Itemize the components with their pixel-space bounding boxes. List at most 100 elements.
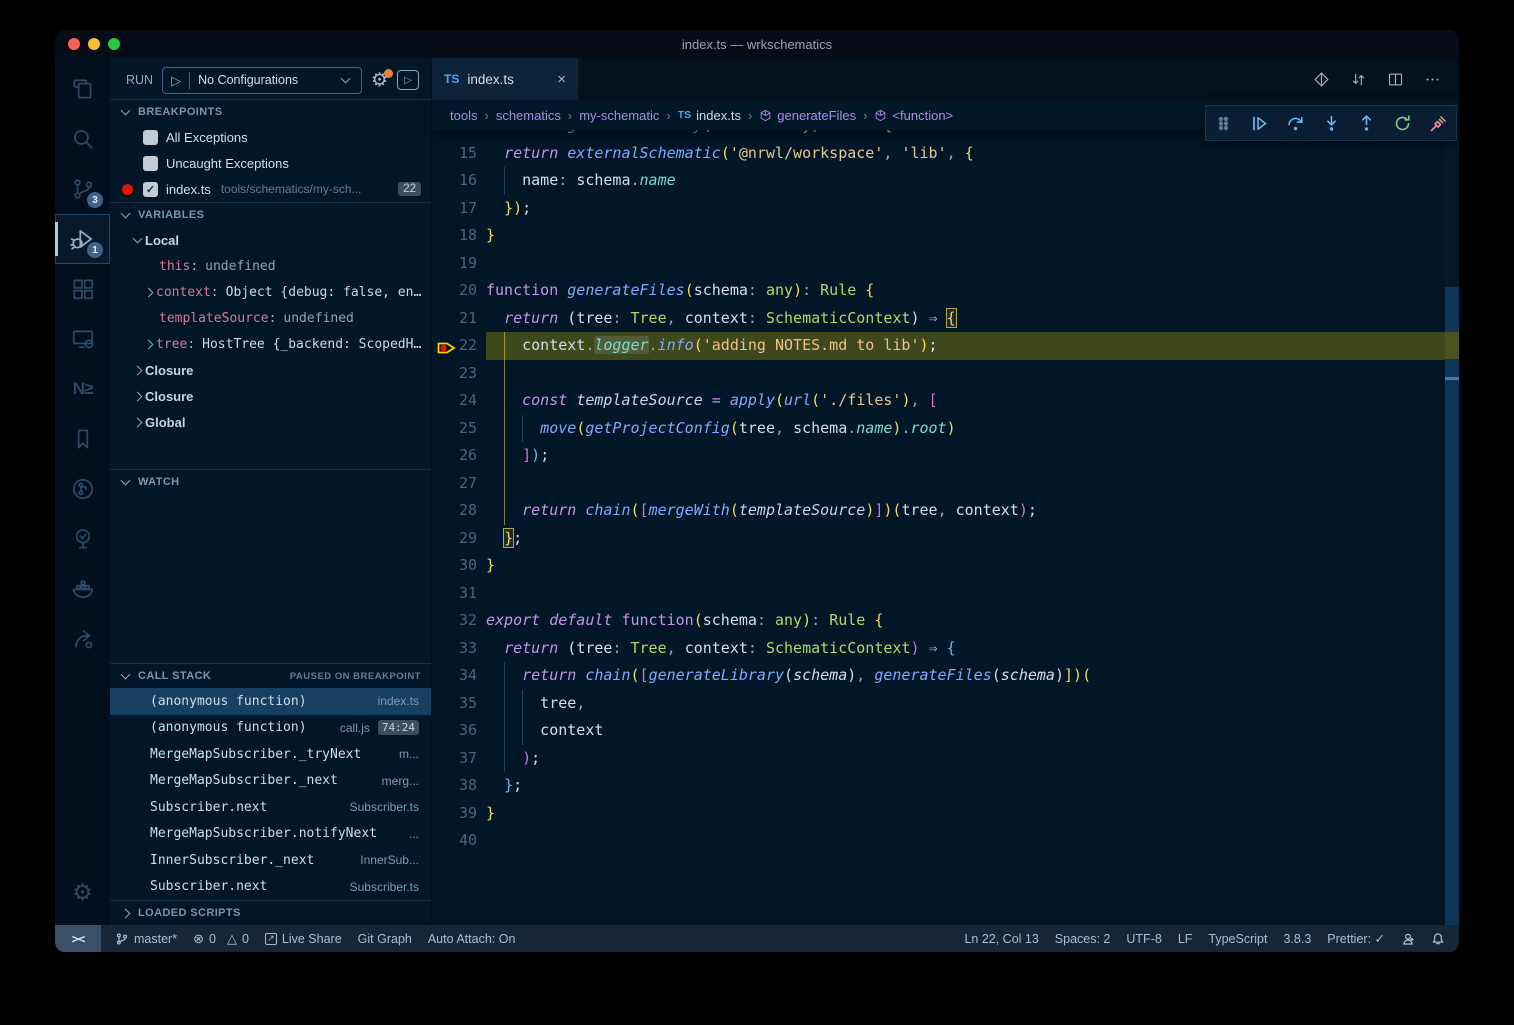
code-line-37[interactable]: 37 );	[432, 745, 1445, 773]
code-line-27[interactable]: 27	[432, 470, 1445, 498]
continue-icon[interactable]	[1242, 115, 1278, 132]
breadcrumb-item-tools[interactable]: tools	[450, 108, 477, 123]
chevron-right-icon[interactable]	[133, 417, 143, 427]
tab-index-ts[interactable]: TS index.ts ×	[432, 58, 578, 100]
variables-section-header[interactable]: VARIABLES	[110, 202, 431, 227]
gutter-line-39[interactable]: 39	[432, 800, 486, 828]
gutter-line-33[interactable]: 33	[432, 635, 486, 663]
activity-item-run-and-debug[interactable]: 1	[55, 214, 110, 264]
activity-item-explorer[interactable]	[55, 64, 110, 114]
gutter-line-27[interactable]: 27	[432, 470, 486, 498]
code-line-18[interactable]: 18}	[432, 222, 1445, 250]
status-item-notifications[interactable]	[1431, 932, 1445, 946]
debug-console-button[interactable]: ▷	[397, 70, 419, 90]
code-line-38[interactable]: 38 };	[432, 772, 1445, 800]
gutter-line-37[interactable]: 37	[432, 745, 486, 773]
activity-item-docker[interactable]	[55, 564, 110, 614]
gutter-line-21[interactable]: 21	[432, 305, 486, 333]
activity-item-extensions[interactable]	[55, 264, 110, 314]
code-content[interactable]	[486, 580, 1445, 608]
breakpoints-section-header[interactable]: BREAKPOINTS	[110, 99, 431, 124]
call-stack-frame[interactable]: MergeMapSubscriber.notifyNext...	[110, 821, 431, 848]
split-editor-icon[interactable]	[1387, 71, 1404, 88]
chevron-right-icon[interactable]	[133, 365, 143, 375]
code-content[interactable]	[486, 470, 1445, 498]
close-window-button[interactable]	[68, 38, 80, 50]
code-content[interactable]: function generateFiles(schema: any): Rul…	[486, 277, 1445, 305]
code-line-31[interactable]: 31	[432, 580, 1445, 608]
code-content[interactable]: context.logger.info('adding NOTES.md to …	[486, 332, 1445, 360]
code-content[interactable]: return externalSchematic('@nrwl/workspac…	[486, 140, 1445, 168]
code-content[interactable]: const templateSource = apply(url('./file…	[486, 387, 1445, 415]
variable-row[interactable]: Local	[110, 227, 431, 253]
step-over-icon[interactable]	[1277, 115, 1313, 132]
call-stack-frame[interactable]: (anonymous function)index.ts	[110, 688, 431, 715]
code-line-16[interactable]: 16 name: schema.name	[432, 167, 1445, 195]
call-stack-frame[interactable]: Subscriber.nextSubscriber.ts	[110, 874, 431, 901]
variable-row[interactable]: templateSource:undefined	[110, 305, 431, 331]
code-line-26[interactable]: 26 ]);	[432, 442, 1445, 470]
minimize-window-button[interactable]	[88, 38, 100, 50]
breakpoint-row[interactable]: All Exceptions	[110, 124, 431, 150]
gutter-line-15[interactable]: 15	[432, 140, 486, 168]
code-content[interactable]: name: schema.name	[486, 167, 1445, 195]
activity-item-test-explorer[interactable]	[55, 514, 110, 564]
gutter-line-25[interactable]: 25	[432, 415, 486, 443]
activity-item-source-control[interactable]: 3	[55, 164, 110, 214]
gutter-line-34[interactable]: 34	[432, 662, 486, 690]
code-line-22[interactable]: 22 context.logger.info('adding NOTES.md …	[432, 332, 1445, 360]
code-content[interactable]	[486, 360, 1445, 388]
zoom-window-button[interactable]	[108, 38, 120, 50]
variable-row[interactable]: Global	[110, 409, 431, 435]
gutter-line-26[interactable]: 26	[432, 442, 486, 470]
gutter-line-40[interactable]: 40	[432, 827, 486, 855]
code-content[interactable]: };	[486, 525, 1445, 553]
gutter-line-35[interactable]: 35	[432, 690, 486, 718]
call-stack-frame[interactable]: (anonymous function)call.js74:24	[110, 715, 431, 742]
status-item-ts-version[interactable]: 3.8.3	[1283, 932, 1311, 946]
code-content[interactable]: );	[486, 745, 1445, 773]
activity-item-remote-explorer[interactable]	[55, 314, 110, 364]
status-item-feedback[interactable]	[1401, 932, 1415, 946]
call-stack-section-header[interactable]: CALL STACK PAUSED ON BREAKPOINT	[110, 663, 431, 688]
code-content[interactable]: return chain([mergeWith(templateSource)]…	[486, 497, 1445, 525]
code-line-15[interactable]: 15 return externalSchematic('@nrwl/works…	[432, 140, 1445, 168]
breadcrumb-item-generatefiles[interactable]: generateFiles	[759, 108, 856, 123]
gutter-line-32[interactable]: 32	[432, 607, 486, 635]
activity-item-settings-gear[interactable]: ⚙	[55, 867, 110, 917]
code-line-29[interactable]: 29 };	[432, 525, 1445, 553]
code-line-23[interactable]: 23	[432, 360, 1445, 388]
code-line-40[interactable]: 40	[432, 827, 1445, 855]
code-content[interactable]: });	[486, 195, 1445, 223]
variable-row[interactable]: context:Object {debug: false, en…	[110, 279, 431, 305]
code-line-30[interactable]: 30}	[432, 552, 1445, 580]
code-line-34[interactable]: 34 return chain([generateLibrary(schema)…	[432, 662, 1445, 690]
status-item-git-branch[interactable]: master*	[115, 932, 177, 946]
code-content[interactable]	[486, 250, 1445, 278]
status-item-eol[interactable]: LF	[1178, 932, 1193, 946]
call-stack-frame[interactable]: InnerSubscriber._nextInnerSub...	[110, 847, 431, 874]
prettier-icon[interactable]	[1313, 71, 1330, 88]
breakpoint-row[interactable]: ✓index.tstools/schematics/my-sch...22	[110, 176, 431, 202]
gutter-line-23[interactable]: 23	[432, 360, 486, 388]
code-editor[interactable]: 14function generateLibrary(schema: any):…	[432, 130, 1459, 925]
gutter-line-31[interactable]: 31	[432, 580, 486, 608]
code-content[interactable]: }	[486, 552, 1445, 580]
gutter-line-19[interactable]: 19	[432, 250, 486, 278]
gutter-line-16[interactable]: 16	[432, 167, 486, 195]
chevron-right-icon[interactable]	[144, 287, 154, 297]
breakpoint-checkbox[interactable]	[143, 156, 158, 171]
disconnect-icon[interactable]	[1420, 115, 1456, 132]
code-content[interactable]: return (tree: Tree, context: SchematicCo…	[486, 635, 1445, 663]
status-item-live-share[interactable]: ↗Live Share	[265, 932, 342, 946]
status-item-auto-attach[interactable]: Auto Attach: On	[428, 932, 516, 946]
breakpoint-checkbox[interactable]: ✓	[143, 182, 158, 197]
code-line-20[interactable]: 20function generateFiles(schema: any): R…	[432, 277, 1445, 305]
code-content[interactable]: move(getProjectConfig(tree, schema.name)…	[486, 415, 1445, 443]
editor-scrollbar[interactable]	[1445, 130, 1459, 925]
code-line-39[interactable]: 39}	[432, 800, 1445, 828]
breadcrumb-item-index-ts[interactable]: TSindex.ts	[678, 108, 741, 123]
variable-row[interactable]: tree:HostTree {_backend: ScopedH…	[110, 331, 431, 357]
more-actions-icon[interactable]	[1424, 71, 1441, 88]
code-line-24[interactable]: 24 const templateSource = apply(url('./f…	[432, 387, 1445, 415]
